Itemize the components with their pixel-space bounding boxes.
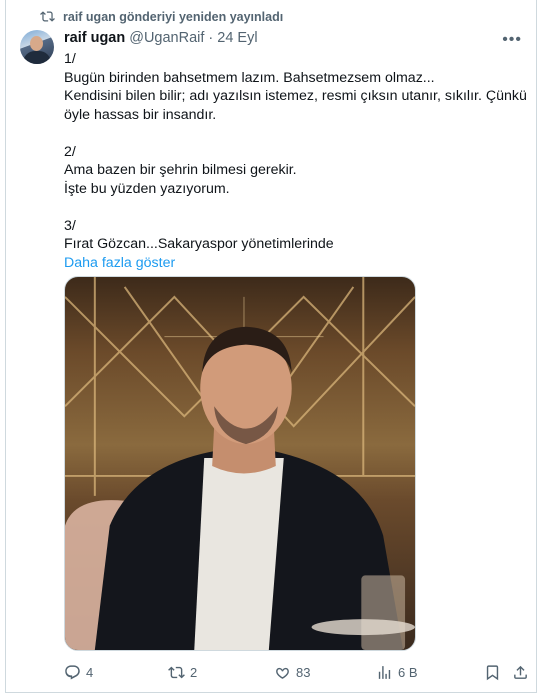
tweet-text: 1/ Bugün birinden bahsetmem lazım. Bahse… (64, 50, 529, 272)
like-count: 83 (296, 665, 311, 680)
repost-icon (40, 11, 55, 22)
author-name[interactable]: raif ugan (64, 30, 125, 46)
photo-illustration (65, 277, 415, 650)
analytics-icon (378, 666, 391, 679)
views-count: 6 B (398, 665, 418, 680)
show-more-link[interactable]: Daha fazla göster (64, 254, 529, 273)
tweet-photo[interactable] (64, 276, 416, 651)
like-button[interactable]: 83 (274, 664, 310, 681)
repost-label: raif ugan gönderiyi yeniden yayınladı (63, 9, 284, 24)
repost-indicator[interactable]: raif ugan gönderiyi yeniden yayınladı (40, 9, 283, 24)
reply-button[interactable]: 4 (64, 664, 93, 681)
separator: · (208, 30, 214, 46)
tweet-paragraph-2: 2/ Ama bazen bir şehrin bilmesi gerekir.… (64, 143, 297, 197)
more-options-button[interactable]: ••• (502, 31, 522, 49)
repost-button[interactable]: 2 (168, 664, 197, 681)
bookmark-icon (486, 665, 499, 681)
bookmark-button[interactable] (484, 664, 501, 681)
tweet-actions: 4 2 83 6 B (64, 664, 534, 684)
share-icon (514, 665, 527, 679)
views-button[interactable]: 6 B (376, 664, 418, 681)
tweet-card[interactable]: raif ugan gönderiyi yeniden yayınladı ra… (5, 0, 537, 693)
share-button[interactable] (512, 664, 529, 681)
tweet-date[interactable]: 24 Eyl (217, 30, 257, 46)
author-handle[interactable]: @UganRaif (129, 30, 204, 46)
repost-count: 2 (190, 665, 198, 680)
avatar[interactable] (20, 30, 54, 64)
tweet-paragraph-1: 1/ Bugün birinden bahsetmem lazım. Bahse… (64, 51, 527, 123)
tweet-paragraph-3: 3/ Fırat Gözcan...Sakaryaspor yönetimler… (64, 217, 334, 253)
heart-icon (276, 667, 289, 679)
tweet-header: raif ugan @UganRaif · 24 Eyl (64, 30, 258, 46)
repost-icon (168, 666, 185, 679)
reply-count: 4 (86, 665, 94, 680)
reply-icon (65, 665, 80, 680)
